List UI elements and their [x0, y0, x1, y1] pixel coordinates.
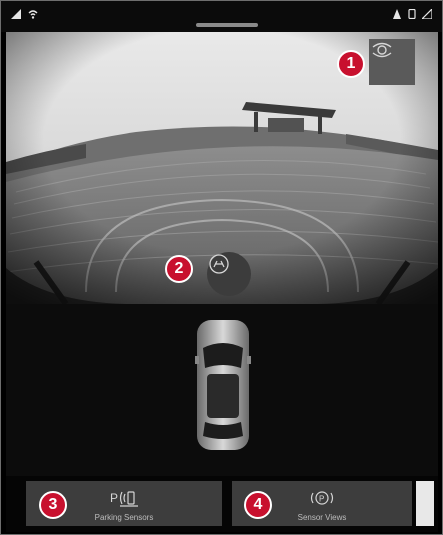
callout-2: 2 [165, 255, 193, 283]
svg-text:P: P [110, 491, 118, 505]
connectivity-icon [422, 9, 432, 19]
infotainment-screen: 1 2 P Parking Sensors P Sensor Views 3 4 [0, 0, 443, 535]
side-tag [416, 481, 434, 526]
car-top-view-image [195, 320, 251, 450]
guide-lines-button[interactable] [207, 252, 251, 296]
rear-camera-view [6, 32, 438, 304]
status-left [11, 9, 38, 19]
parking-circle-icon: P [310, 491, 334, 505]
camera-switch-button[interactable] [369, 39, 415, 85]
svg-text:P: P [319, 495, 324, 504]
user-icon [393, 9, 401, 19]
signal-icon [11, 9, 21, 19]
bottom-action-bar: P Parking Sensors P Sensor Views [6, 476, 438, 532]
status-bar [1, 1, 442, 32]
camera-switch-icon [372, 42, 392, 58]
callout-3: 3 [39, 491, 67, 519]
guide-lines-icon [209, 254, 229, 274]
callout-4: 4 [244, 491, 272, 519]
callout-1: 1 [337, 50, 365, 78]
phone-icon [408, 9, 416, 19]
wifi-icon [28, 10, 38, 19]
status-right [392, 9, 432, 19]
drag-handle[interactable] [196, 23, 258, 27]
park-assist-icon: P [110, 491, 138, 507]
top-view-panel [6, 304, 438, 476]
